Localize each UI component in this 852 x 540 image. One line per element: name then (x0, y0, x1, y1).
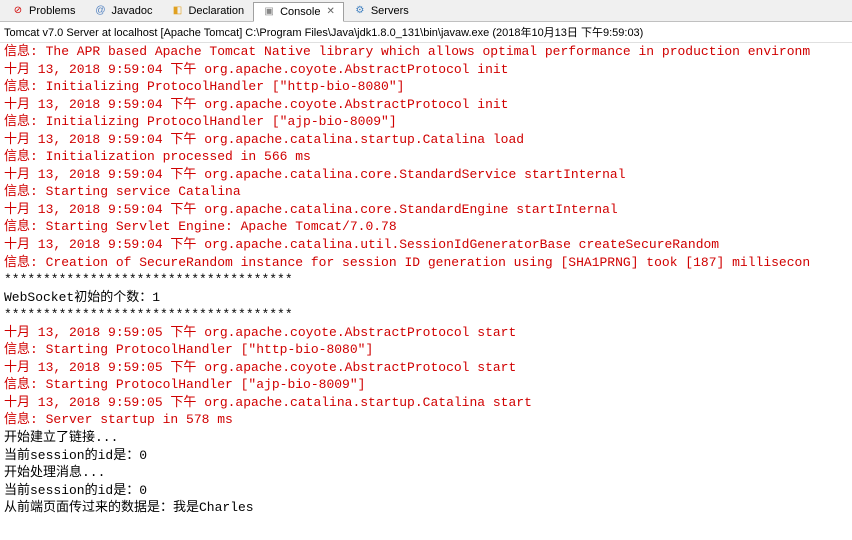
log-line: 当前session的id是：0 (4, 482, 848, 500)
tab-problems[interactable]: ⊘ Problems (2, 1, 84, 21)
log-line: ************************************* (4, 271, 848, 289)
log-line: ************************************* (4, 306, 848, 324)
console-icon: ▣ (262, 5, 276, 19)
tab-servers-label: Servers (371, 5, 409, 17)
log-line: 信息: The APR based Apache Tomcat Native l… (4, 43, 848, 61)
log-line: 信息: Starting Servlet Engine: Apache Tomc… (4, 218, 848, 236)
log-line: 十月 13, 2018 9:59:04 下午 org.apache.catali… (4, 131, 848, 149)
log-line: 信息: Starting ProtocolHandler ["http-bio-… (4, 341, 848, 359)
view-tabs: ⊘ Problems @ Javadoc ◧ Declaration ▣ Con… (0, 0, 852, 22)
servers-icon: ⚙ (353, 4, 367, 18)
log-line: 十月 13, 2018 9:59:05 下午 org.apache.coyote… (4, 359, 848, 377)
tab-problems-label: Problems (29, 5, 75, 17)
console-output[interactable]: 信息: The APR based Apache Tomcat Native l… (0, 43, 852, 517)
log-line: 十月 13, 2018 9:59:04 下午 org.apache.catali… (4, 236, 848, 254)
log-line: 十月 13, 2018 9:59:04 下午 org.apache.coyote… (4, 61, 848, 79)
close-icon[interactable]: ✕ (326, 6, 334, 17)
log-line: 信息: Initializing ProtocolHandler ["http-… (4, 78, 848, 96)
tab-console[interactable]: ▣ Console ✕ (253, 2, 344, 22)
log-line: 十月 13, 2018 9:59:04 下午 org.apache.catali… (4, 166, 848, 184)
tab-console-label: Console (280, 6, 320, 18)
declaration-icon: ◧ (170, 4, 184, 18)
log-line: 信息: Server startup in 578 ms (4, 411, 848, 429)
log-line: 十月 13, 2018 9:59:05 下午 org.apache.catali… (4, 394, 848, 412)
log-line: 信息: Creation of SecureRandom instance fo… (4, 254, 848, 272)
log-line: 开始建立了链接... (4, 429, 848, 447)
tab-declaration-label: Declaration (188, 5, 244, 17)
log-line: 从前端页面传过来的数据是：我是Charles (4, 499, 848, 517)
log-line: 信息: Initializing ProtocolHandler ["ajp-b… (4, 113, 848, 131)
tab-servers[interactable]: ⚙ Servers (344, 1, 418, 21)
launch-info: Tomcat v7.0 Server at localhost [Apache … (0, 22, 852, 43)
tab-javadoc-label: Javadoc (111, 5, 152, 17)
javadoc-icon: @ (93, 4, 107, 18)
log-line: 开始处理消息... (4, 464, 848, 482)
log-line: 十月 13, 2018 9:59:04 下午 org.apache.catali… (4, 201, 848, 219)
log-line: 信息: Starting service Catalina (4, 183, 848, 201)
tab-javadoc[interactable]: @ Javadoc (84, 1, 161, 21)
log-line: 信息: Starting ProtocolHandler ["ajp-bio-8… (4, 376, 848, 394)
log-line: 十月 13, 2018 9:59:04 下午 org.apache.coyote… (4, 96, 848, 114)
log-line: 十月 13, 2018 9:59:05 下午 org.apache.coyote… (4, 324, 848, 342)
problems-icon: ⊘ (11, 4, 25, 18)
log-line: 当前session的id是：0 (4, 447, 848, 465)
log-line: 信息: Initialization processed in 566 ms (4, 148, 848, 166)
log-line: WebSocket初始的个数：1 (4, 289, 848, 307)
tab-declaration[interactable]: ◧ Declaration (161, 1, 253, 21)
